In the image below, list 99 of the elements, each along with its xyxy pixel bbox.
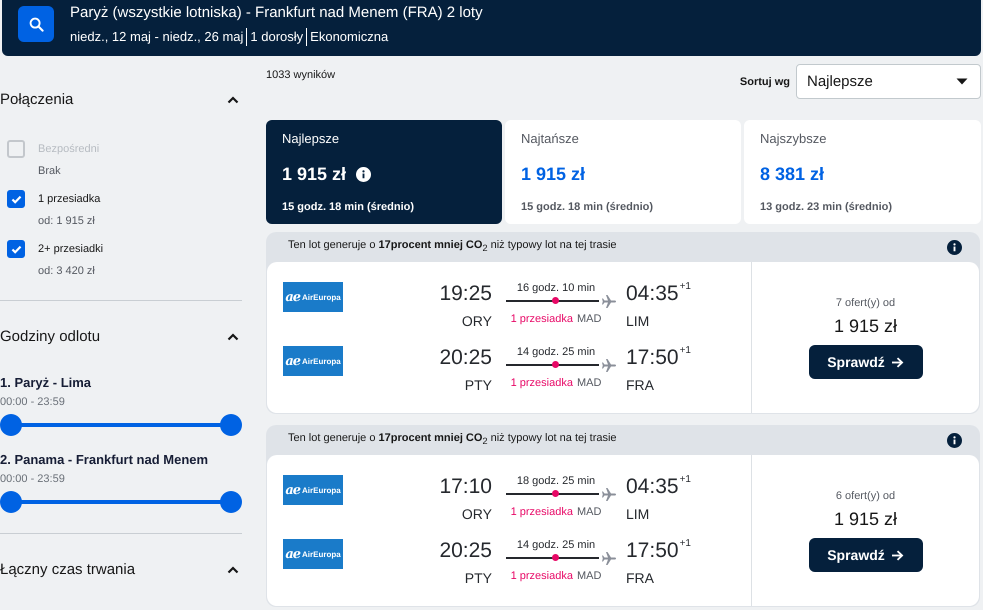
departure-time: 17:10	[438, 474, 492, 500]
arrival-airport: FRA	[626, 376, 655, 394]
results-count: 1033 wyników	[266, 68, 336, 82]
stopover-dot-icon	[552, 490, 559, 498]
tab-duration: 15 godz. 18 min (średnio)	[521, 200, 654, 214]
filter-title: Połączenia	[0, 90, 74, 110]
flight-duration: 18 godz. 25 min	[516, 474, 596, 488]
departure-time: 20:25	[438, 345, 492, 371]
slider-handle[interactable]	[0, 414, 22, 436]
tab-label: Najtańsze	[521, 130, 580, 148]
flight-duration: 16 godz. 10 min	[516, 281, 596, 295]
emissions-note: Ten lot generuje o 17procent mniej CO$_{2}$ niż typowy lot na tej trasie	[288, 238, 617, 256]
departure-time: 19:25	[438, 281, 492, 307]
arrival-airport: LIM	[626, 312, 650, 330]
arrow-right-icon	[890, 550, 904, 560]
leg-label: 1. Paryż - Lima	[0, 375, 92, 391]
checkbox[interactable]	[7, 240, 25, 258]
day-offset: +1	[680, 474, 691, 486]
slider-handle[interactable]	[0, 491, 22, 513]
arrival-airport: FRA	[626, 569, 655, 587]
check-offer-button[interactable]: Sprawdź	[808, 538, 922, 572]
airplane-icon	[602, 294, 616, 308]
stopover-airport: MAD	[576, 313, 602, 325]
arrival-time: 17:50	[626, 345, 679, 371]
info-icon[interactable]	[356, 166, 372, 182]
stopover-dot-icon	[552, 297, 559, 304]
airplane-icon	[602, 488, 616, 500]
stopover-airport: MAD	[576, 506, 602, 518]
sort-tab[interactable]: Najszybsze 8 381 zł 13 godz. 23 min (średnio)	[744, 120, 981, 224]
stops-count: 1 przesiadka	[510, 313, 573, 325]
search-icon	[28, 16, 44, 32]
leg-label: 2. Panama - Frankfurt nad Menem	[0, 452, 210, 468]
arrow-right-icon	[890, 356, 904, 368]
airplane-icon	[602, 552, 616, 564]
arrival-airport: LIM	[626, 505, 650, 523]
stopover-airport: MAD	[576, 570, 602, 582]
trip-detail: Ekonomiczna	[306, 28, 392, 46]
emissions-note: Ten lot generuje o 17procent mniej CO$_{2}$ niż typowy lot na tej trasie	[288, 431, 617, 449]
offer-count: 6 ofert(y) od	[836, 489, 896, 503]
flight-duration: 14 godz. 25 min	[516, 538, 596, 552]
day-offset: +1	[680, 538, 691, 550]
offer-price: 1 915 zł	[834, 508, 898, 530]
offer-price: 1 915 zł	[834, 315, 898, 337]
option-label: Bezpośredni	[38, 142, 100, 157]
option-label: 1 przesiadka	[38, 192, 100, 207]
stopover-dot-icon	[552, 554, 559, 562]
caret-down-icon	[956, 78, 968, 85]
stopover-airport: MAD	[576, 377, 602, 389]
sort-label: Sortuj wg	[740, 76, 790, 88]
tab-price: 8 381 zł	[760, 163, 824, 186]
option-label: 2+ przesiadki	[38, 242, 104, 257]
chevron-up-icon[interactable]	[227, 96, 239, 104]
chevron-up-icon[interactable]	[227, 566, 239, 574]
info-icon[interactable]	[947, 240, 962, 254]
departure-airport: ORY	[460, 312, 492, 330]
route-title: Paryż (wszystkie lotniska) - Frankfurt nad Menem (FRA) 2 loty	[70, 3, 483, 23]
stops-count: 1 przesiadka	[510, 377, 573, 389]
stops-count: 1 przesiadka	[510, 570, 573, 582]
option-price: Brak	[38, 164, 62, 179]
tab-price: 1 915 zł	[282, 163, 346, 186]
check-offer-button[interactable]: Sprawdź	[808, 345, 922, 379]
sort-tab[interactable]: Najlepsze 1 915 zł 15 godz. 18 min (średnio)	[266, 120, 502, 224]
tab-price: 1 915 zł	[521, 163, 586, 186]
tab-label: Najszybsze	[760, 130, 828, 148]
tab-duration: 15 godz. 18 min (średnio)	[282, 200, 416, 214]
tab-duration: 13 godz. 23 min (średnio)	[760, 200, 894, 214]
checkmark-icon	[10, 194, 22, 204]
slider-handle[interactable]	[220, 491, 242, 513]
trip-detail: niedz., 12 maj - niedz., 26 maj	[70, 28, 244, 46]
offer-count: 7 ofert(y) od	[836, 296, 896, 310]
tab-label: Najlepsze	[282, 130, 340, 148]
departure-airport: PTY	[464, 569, 492, 587]
time-range: 00:00 - 23:59	[0, 472, 66, 486]
sort-select[interactable]: Najlepsze	[796, 64, 981, 99]
arrival-time: 04:35	[626, 281, 679, 307]
search-button[interactable]	[18, 6, 54, 42]
trip-detail: 1 dorosły	[246, 28, 306, 46]
option-price: od: 3 420 zł	[38, 264, 96, 279]
departure-airport: PTY	[464, 376, 492, 394]
day-offset: +1	[680, 281, 691, 293]
flight-duration: 14 godz. 25 min	[516, 345, 596, 359]
day-offset: +1	[680, 345, 691, 357]
arrival-time: 04:35	[626, 474, 679, 500]
chevron-up-icon[interactable]	[227, 333, 239, 341]
time-range: 00:00 - 23:59	[0, 395, 66, 409]
departure-time: 20:25	[438, 538, 492, 564]
checkbox[interactable]	[7, 190, 25, 208]
airplane-icon	[602, 358, 616, 372]
departure-airport: ORY	[460, 505, 492, 523]
arrival-time: 17:50	[626, 538, 679, 564]
filter-title: Łączny czas trwania	[0, 560, 136, 580]
sort-tab[interactable]: Najtańsze 1 915 zł 15 godz. 18 min (średnio)	[505, 120, 741, 224]
checkmark-icon	[10, 244, 22, 254]
filter-title: Godziny odlotu	[0, 327, 100, 347]
slider-handle[interactable]	[220, 414, 242, 436]
stopover-dot-icon	[552, 361, 559, 368]
option-price: od: 1 915 zł	[38, 214, 96, 229]
info-icon[interactable]	[947, 432, 962, 448]
stops-count: 1 przesiadka	[510, 506, 573, 518]
